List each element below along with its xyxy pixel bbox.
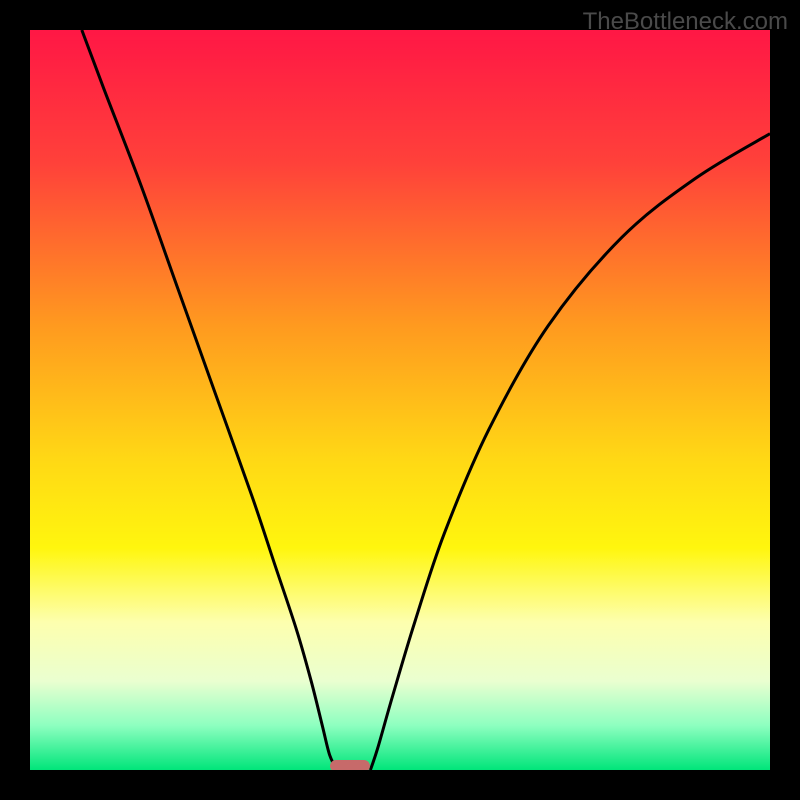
left-curve-path xyxy=(82,30,337,770)
plot-area xyxy=(30,30,770,770)
bottleneck-marker xyxy=(330,760,371,770)
right-curve-path xyxy=(370,134,770,770)
watermark-text: TheBottleneck.com xyxy=(583,8,788,36)
curve-layer xyxy=(30,30,770,770)
